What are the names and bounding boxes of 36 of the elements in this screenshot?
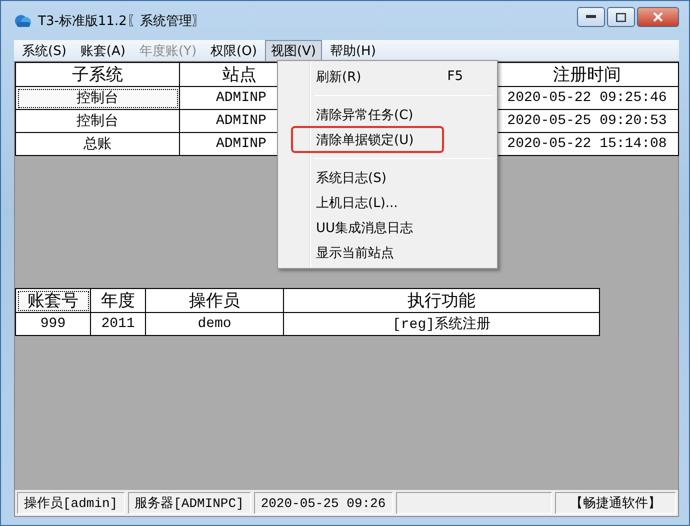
close-button[interactable] [637,7,679,27]
status-panel: 服务器[ADMINPC] [128,492,251,514]
menu-option[interactable]: UU集成消息日志 [280,215,495,240]
column-header: 年度 [90,288,146,312]
menu-item[interactable]: 系统(S) [16,40,72,62]
minimize-icon [586,15,596,19]
window-title: T3-标准版11.2〖系统管理〗 [38,12,205,30]
table-cell: [reg]系统注册 [284,312,600,336]
column-header: 操作员 [146,288,284,312]
menu-item[interactable]: 账套(A) [74,40,132,62]
table-cell: demo [146,312,284,336]
column-header: 账套号 [16,288,90,312]
table-cell: 2020-05-22 15:14:08 [496,132,678,156]
menu-option[interactable]: 显示当前站点 [280,240,495,265]
table-cell: 2011 [90,312,146,336]
menu-item[interactable]: 帮助(H) [324,40,382,62]
table-cell: 2020-05-25 09:20:53 [496,110,678,132]
table-cell: 总账 [16,132,180,156]
column-header: 注册时间 [496,62,678,86]
status-panel: 操作员[admin] [17,492,125,514]
maximize-button[interactable] [607,7,635,27]
menu-option[interactable]: 上机日志(L)... [280,190,495,215]
maximize-icon [616,12,626,22]
table-cell: 2020-05-22 09:25:46 [496,86,678,110]
menu-option[interactable]: 系统日志(S) [280,165,495,190]
minimize-button[interactable] [577,7,605,27]
menu-item[interactable]: 权限(O) [204,40,263,62]
status-panel: 【畅捷通软件】 [555,492,676,514]
menu-item[interactable]: 视图(V) [264,40,322,62]
column-header: 执行功能 [284,288,600,312]
close-icon [653,12,663,22]
column-header: 子系统 [16,62,180,86]
table-cell: 控制台 [16,86,180,110]
status-panel: 2020-05-25 09:26 [254,492,393,514]
table-cell: 999 [16,312,90,336]
table-cell: 控制台 [16,110,180,132]
